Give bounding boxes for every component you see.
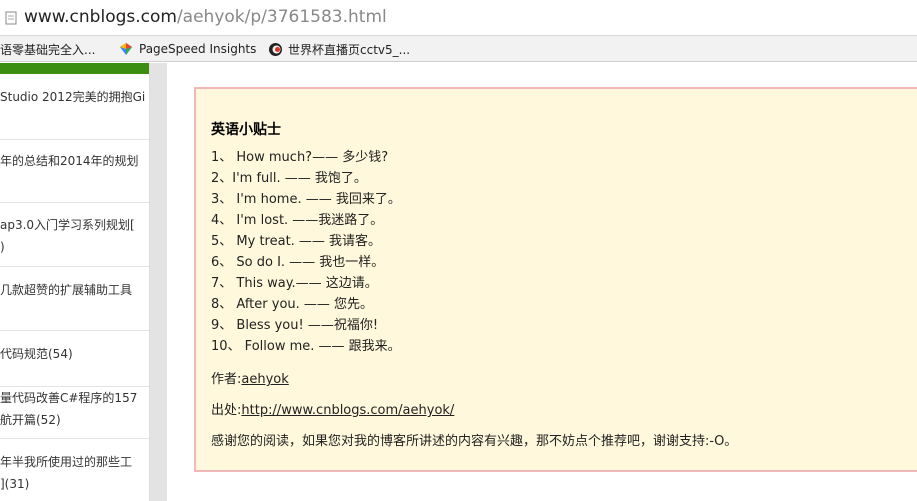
tip-item: 8、 After you. —— 您先。 <box>211 297 374 312</box>
post-title: 年半我所使用过的那些工 <box>0 455 133 469</box>
author-line: 作者:aehyok <box>211 368 289 387</box>
post-title: 代码规范(54) <box>0 347 73 361</box>
bookmark-label: 语零基础完全入... <box>0 42 96 57</box>
post-title: 几款超赞的扩展辅助工具 <box>0 283 133 297</box>
main-content: 英语小贴士 1、 How much?—— 多少钱? 2、I'm full. ——… <box>167 63 917 501</box>
bookmark-pagespeed[interactable]: PageSpeed Insights <box>118 40 256 58</box>
tips-list: 1、 How much?—— 多少钱? 2、I'm full. —— 我饱了。 … <box>211 147 401 357</box>
post-title-cont: 航开篇(52) <box>0 413 61 427</box>
sidebar-post-item[interactable]: Studio 2012完美的拥抱Gi <box>0 78 149 140</box>
tip-item: 10、 Follow me. —— 跟我来。 <box>211 339 401 354</box>
pagespeed-icon <box>120 43 132 55</box>
tips-title: 英语小贴士 <box>211 122 281 138</box>
sidebar-post-item[interactable]: 年半我所使用过的那些工 ](31) <box>0 439 149 501</box>
tip-item: 5、 My treat. —— 我请客。 <box>211 234 382 249</box>
source-link[interactable]: http://www.cnblogs.com/aehyok/ <box>241 403 454 418</box>
tip-item: 7、 This way.—— 这边请。 <box>211 276 378 291</box>
tip-item: 6、 So do I. —— 我也一样。 <box>211 255 385 270</box>
author-link[interactable]: aehyok <box>241 372 288 387</box>
source-label: 出处: <box>211 403 242 418</box>
sidebar-post-item[interactable]: 几款超赞的扩展辅助工具 <box>0 267 149 331</box>
tip-item: 2、I'm full. —— 我饱了。 <box>211 171 367 186</box>
sidebar-accent-bar <box>0 63 149 74</box>
post-title-cont: ](31) <box>0 477 30 491</box>
post-title: 量代码改善C#程序的157 <box>0 391 138 405</box>
url-text[interactable]: www.cnblogs.com/aehyok/p/3761583.html <box>24 7 387 27</box>
page-icon <box>4 10 18 25</box>
post-title: ap3.0入门学习系列规划[ <box>0 218 135 232</box>
sidebar-post-item[interactable]: 量代码改善C#程序的157 航开篇(52) <box>0 387 149 439</box>
sidebar-post-item[interactable]: 代码规范(54) <box>0 331 149 387</box>
address-bar[interactable]: www.cnblogs.com/aehyok/p/3761583.html <box>0 0 917 36</box>
tip-item: 3、 I'm home. —— 我回来了。 <box>211 192 401 207</box>
tip-item: 1、 How much?—— 多少钱? <box>211 150 389 165</box>
page-gutter <box>150 63 167 501</box>
bookmarks-bar: 语零基础完全入... PageSpeed Insights 世界杯直播页cctv… <box>0 36 917 62</box>
bookmark-label: PageSpeed Insights <box>139 42 257 56</box>
post-title: Studio 2012完美的拥抱Gi <box>0 90 146 104</box>
cctv-icon <box>269 42 282 56</box>
bookmark-cctv[interactable]: 世界杯直播页cctv5_... <box>268 40 410 58</box>
post-title: 年的总结和2014年的规划 <box>0 154 139 168</box>
author-label: 作者: <box>211 372 242 387</box>
tip-item: 4、 I'm lost. ——我迷路了。 <box>211 213 384 228</box>
bookmark-item[interactable]: 语零基础完全入... <box>0 40 95 58</box>
thanks-text: 感谢您的阅读，如果您对我的博客所讲述的内容有兴趣，那不妨点个推荐吧，谢谢支持:-… <box>211 434 738 449</box>
sidebar-post-item[interactable]: 年的总结和2014年的规划 <box>0 140 149 203</box>
source-line: 出处:http://www.cnblogs.com/aehyok/ <box>211 399 454 418</box>
tip-item: 9、 Bless you! ——祝福你! <box>211 318 379 333</box>
sidebar-post-item[interactable]: ap3.0入门学习系列规划[ ) <box>0 203 149 267</box>
tips-box: 英语小贴士 1、 How much?—— 多少钱? 2、I'm full. ——… <box>194 87 917 472</box>
bookmark-label: 世界杯直播页cctv5_... <box>288 42 411 57</box>
post-title-cont: ) <box>0 240 5 254</box>
sidebar: Studio 2012完美的拥抱Gi 年的总结和2014年的规划 ap3.0入门… <box>0 63 150 501</box>
